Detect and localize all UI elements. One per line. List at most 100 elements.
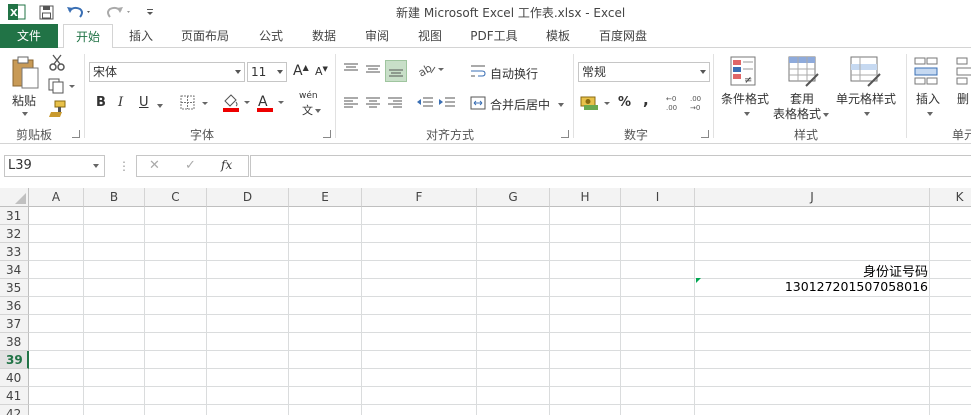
tab-baidu-netdisk[interactable]: 百度网盘 — [591, 24, 655, 48]
row-header-35[interactable]: 35 — [0, 279, 29, 297]
cell-styles-dropdown-icon[interactable] — [862, 106, 870, 120]
tab-page-layout[interactable]: 页面布局 — [172, 24, 238, 48]
column-header-B[interactable]: B — [84, 188, 145, 207]
increase-font-size-button[interactable]: A▲ — [293, 63, 309, 79]
cell-styles-button[interactable]: 单元格样式 — [836, 90, 896, 107]
accounting-format-icon[interactable] — [580, 94, 612, 112]
tab-formulas[interactable]: 公式 — [251, 24, 291, 48]
tab-view[interactable]: 视图 — [410, 24, 450, 48]
paste-icon[interactable] — [10, 56, 40, 92]
column-header-G[interactable]: G — [477, 188, 550, 207]
insert-cells-icon[interactable] — [914, 56, 944, 88]
cell-J35[interactable]: 130127201507058016 — [695, 279, 928, 294]
insert-cells-button[interactable]: 插入 — [916, 90, 940, 107]
row-header-33[interactable]: 33 — [0, 243, 29, 261]
align-top-icon[interactable] — [343, 62, 359, 76]
underline-dropdown-icon[interactable] — [155, 98, 163, 112]
decrease-indent-icon[interactable] — [416, 95, 434, 111]
column-header-K[interactable]: K — [930, 188, 971, 207]
conditional-formatting-button[interactable]: 条件格式 — [721, 90, 769, 107]
wrap-text-button[interactable]: 自动换行 — [490, 65, 538, 82]
column-header-J[interactable]: J — [695, 188, 930, 207]
cell-styles-icon[interactable] — [850, 56, 882, 88]
cancel-icon[interactable]: ✕ — [149, 158, 160, 173]
row-header-36[interactable]: 36 — [0, 297, 29, 315]
column-header-I[interactable]: I — [621, 188, 695, 207]
increase-indent-icon[interactable] — [438, 95, 456, 111]
phonetic-guide-button[interactable]: wén — [299, 91, 318, 101]
worksheet-grid[interactable]: ABCDEFGHIJK 31 32 33 34 35 36 37 38 39 40 41 42 身份证… — [0, 188, 971, 415]
tab-home[interactable]: 开始 — [63, 24, 113, 49]
column-header-F[interactable]: F — [362, 188, 477, 207]
tab-templates[interactable]: 模板 — [538, 24, 578, 48]
format-as-table-icon[interactable] — [788, 56, 820, 88]
number-format-select[interactable]: 常规 — [578, 62, 710, 82]
decrease-font-size-button[interactable]: A▼ — [315, 65, 328, 78]
tab-pdf-tools[interactable]: PDF工具 — [463, 24, 525, 48]
align-left-icon[interactable] — [343, 96, 359, 110]
align-middle-icon[interactable] — [365, 62, 381, 76]
font-size-select[interactable]: 11 — [247, 62, 287, 82]
row-header-32[interactable]: 32 — [0, 225, 29, 243]
merge-center-icon[interactable] — [470, 95, 486, 111]
paste-dropdown-icon[interactable] — [20, 106, 28, 120]
row-header-31[interactable]: 31 — [0, 207, 29, 225]
formula-bar-splitter-icon[interactable]: ⋮ — [118, 159, 130, 173]
enter-icon[interactable]: ✓ — [185, 158, 196, 173]
delete-cells-button[interactable]: 删 — [957, 90, 969, 107]
format-painter-icon[interactable] — [48, 100, 68, 118]
clipboard-launcher-icon[interactable] — [72, 130, 80, 138]
orientation-icon[interactable]: ab — [416, 60, 445, 80]
row-header-38[interactable]: 38 — [0, 333, 29, 351]
column-header-E[interactable]: E — [289, 188, 362, 207]
percent-style-button[interactable]: % — [618, 95, 631, 110]
align-bottom-icon[interactable] — [385, 60, 407, 82]
font-launcher-icon[interactable] — [323, 130, 331, 138]
row-header-41[interactable]: 41 — [0, 387, 29, 405]
borders-icon[interactable] — [180, 95, 212, 111]
tab-file[interactable]: 文件 — [0, 24, 58, 48]
wrap-text-icon[interactable] — [470, 63, 486, 79]
delete-cells-icon[interactable] — [956, 56, 971, 88]
bold-button[interactable]: B — [96, 95, 106, 110]
fill-color-icon[interactable] — [222, 93, 254, 113]
underline-button[interactable]: U — [139, 95, 149, 110]
tab-review[interactable]: 审阅 — [357, 24, 397, 48]
align-center-icon[interactable] — [365, 96, 381, 110]
conditional-formatting-dropdown-icon[interactable] — [742, 106, 750, 120]
cell-J34[interactable]: 身份证号码 — [695, 261, 928, 280]
merge-center-dropdown-icon[interactable] — [556, 97, 564, 111]
number-launcher-icon[interactable] — [701, 130, 709, 138]
copy-icon[interactable] — [48, 78, 78, 96]
insert-cells-dropdown-icon[interactable] — [925, 106, 933, 120]
row-header-39[interactable]: 39 — [0, 351, 29, 369]
italic-button[interactable]: I — [118, 95, 123, 110]
align-right-icon[interactable] — [387, 96, 403, 110]
alignment-launcher-icon[interactable] — [561, 130, 569, 138]
tab-insert[interactable]: 插入 — [117, 24, 165, 48]
column-header-C[interactable]: C — [145, 188, 207, 207]
merge-center-button[interactable]: 合并后居中 — [490, 96, 550, 113]
row-header-37[interactable]: 37 — [0, 315, 29, 333]
font-name-select[interactable]: 宋体 — [89, 62, 245, 82]
formula-input[interactable] — [250, 155, 971, 177]
comma-style-button[interactable]: , — [643, 91, 649, 109]
decrease-decimal-icon[interactable]: .00 →0 — [690, 94, 708, 112]
cut-icon[interactable] — [48, 54, 68, 72]
format-as-table-button[interactable]: 表格格式 — [773, 105, 830, 122]
insert-function-button[interactable]: fx — [221, 158, 232, 172]
increase-decimal-icon[interactable]: ←0.00 — [666, 94, 684, 112]
font-name-value: 宋体 — [93, 65, 118, 79]
row-header-40[interactable]: 40 — [0, 369, 29, 387]
name-box[interactable]: L39 — [4, 155, 105, 177]
tab-data[interactable]: 数据 — [304, 24, 344, 48]
column-header-A[interactable]: A — [29, 188, 84, 207]
conditional-formatting-icon[interactable]: ≠ — [730, 56, 760, 88]
row-header-42[interactable]: 42 — [0, 405, 29, 415]
select-all-corner[interactable] — [0, 188, 29, 207]
column-header-D[interactable]: D — [207, 188, 289, 207]
column-header-H[interactable]: H — [550, 188, 621, 207]
row-header-34[interactable]: 34 — [0, 261, 29, 279]
phonetic-guide-icon[interactable]: 文 — [302, 102, 321, 118]
font-color-icon[interactable]: A — [256, 93, 288, 113]
